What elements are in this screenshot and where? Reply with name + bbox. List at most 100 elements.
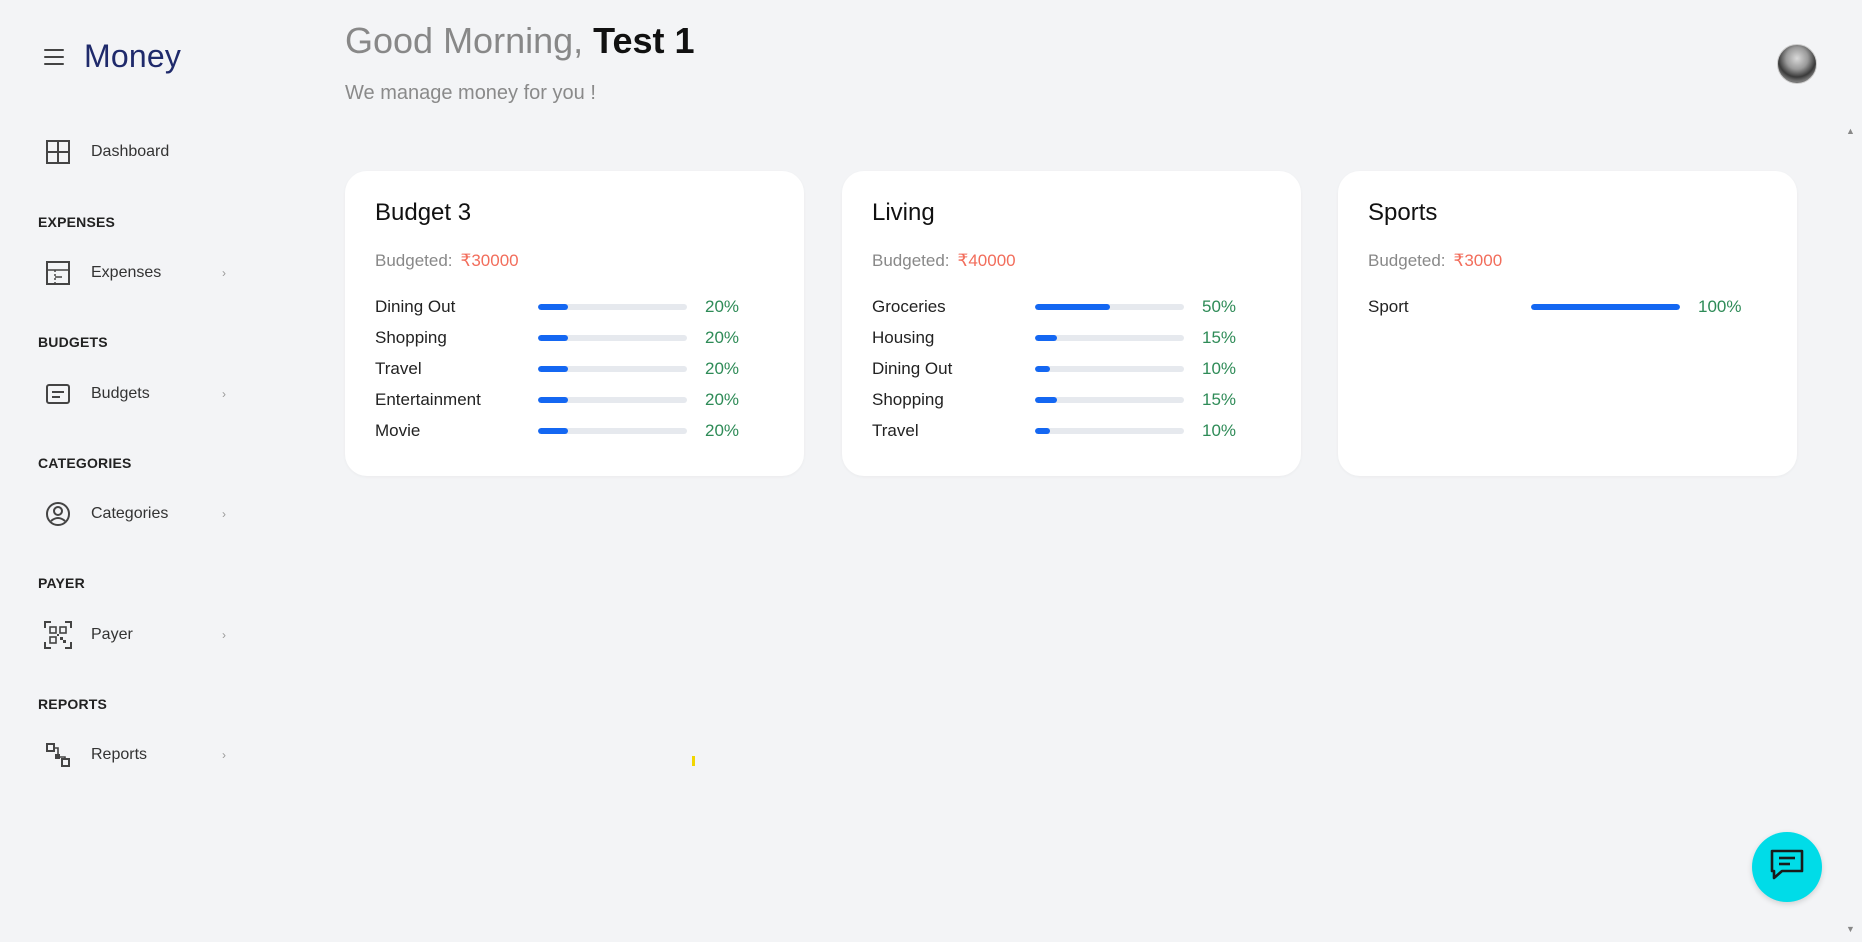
category-percent: 10%: [1202, 420, 1237, 440]
category-list: Groceries 50% Housing 15% Dining Out 10% Shopp…: [872, 291, 1236, 446]
chevron-right-icon: ›: [222, 748, 226, 762]
sidebar-item-label: Categories: [91, 505, 169, 522]
progress-bar-fill: [538, 303, 568, 310]
progress-bar: [538, 365, 687, 372]
progress-bar-fill: [538, 334, 568, 341]
sidebar: Money Dashboard EXPENSES Expenses › BUDG…: [0, 0, 280, 942]
chevron-right-icon: ›: [222, 507, 226, 521]
sidebar-item-label: Budgets: [91, 385, 150, 402]
budgeted-label: Budgeted:: [872, 251, 950, 270]
sidebar-item-label: Payer: [91, 626, 133, 643]
category-row: Sport 100%: [1368, 291, 1741, 322]
scroll-down-arrow-icon[interactable]: ▼: [1846, 924, 1855, 934]
greeting-heading: Good Morning, Test 1: [345, 20, 695, 62]
chat-icon: [1768, 847, 1806, 888]
progress-bar: [1035, 396, 1184, 403]
section-heading-categories: CATEGORIES: [38, 455, 132, 471]
progress-bar: [538, 427, 687, 434]
progress-bar: [1035, 427, 1184, 434]
user-name: Test 1: [593, 20, 695, 61]
sidebar-item-payer[interactable]: Payer ›: [44, 617, 234, 653]
progress-bar: [538, 303, 687, 310]
chevron-right-icon: ›: [222, 628, 226, 642]
category-percent: 20%: [705, 296, 740, 316]
category-list: Sport 100%: [1368, 291, 1741, 322]
progress-bar: [1035, 365, 1184, 372]
budgeted-label: Budgeted:: [1368, 251, 1446, 270]
sidebar-item-label: Reports: [91, 746, 148, 763]
category-percent: 20%: [705, 389, 740, 409]
category-row: Shopping 15%: [872, 384, 1236, 415]
avatar[interactable]: [1777, 44, 1817, 84]
sidebar-item-expenses[interactable]: Expenses ›: [44, 255, 234, 291]
layout-icon: [44, 259, 72, 287]
budgeted-amount: ₹3000: [1453, 251, 1503, 270]
chevron-right-icon: ›: [222, 387, 226, 401]
section-heading-budgets: BUDGETS: [38, 334, 108, 350]
budgeted-line: Budgeted: ₹40000: [872, 251, 1016, 271]
budgeted-label: Budgeted:: [375, 251, 453, 270]
section-heading-expenses: EXPENSES: [38, 214, 116, 230]
loading-indicator: [692, 756, 695, 766]
category-name: Entertainment: [375, 389, 481, 409]
budgeted-line: Budgeted: ₹3000: [1368, 251, 1502, 271]
category-row: Housing 15%: [872, 322, 1236, 353]
category-percent: 20%: [705, 358, 740, 378]
progress-bar-fill: [1531, 303, 1680, 310]
budget-card[interactable]: Living Budgeted: ₹40000 Groceries 50% Housing…: [842, 171, 1301, 476]
scroll-up-arrow-icon[interactable]: ▲: [1846, 126, 1855, 136]
category-row: Shopping 20%: [375, 322, 739, 353]
category-name: Sport: [1368, 296, 1409, 316]
chevron-right-icon: ›: [222, 266, 226, 280]
category-percent: 20%: [705, 420, 740, 440]
progress-bar-fill: [538, 365, 568, 372]
category-row: Movie 20%: [375, 415, 739, 446]
progress-bar-fill: [1035, 396, 1058, 403]
subtitle: We manage money for you !: [345, 82, 596, 104]
sidebar-item-label: Expenses: [91, 264, 162, 281]
chat-button[interactable]: [1752, 832, 1822, 902]
progress-bar-fill: [1035, 427, 1050, 434]
category-percent: 50%: [1202, 296, 1237, 316]
category-percent: 15%: [1202, 389, 1237, 409]
budget-card-title: Budget 3: [375, 199, 472, 226]
progress-bar-fill: [1035, 303, 1110, 310]
sidebar-item-dashboard[interactable]: Dashboard: [44, 134, 234, 170]
category-percent: 20%: [705, 327, 740, 347]
sidebar-item-reports[interactable]: Reports ›: [44, 737, 234, 773]
sidebar-item-budgets[interactable]: Budgets ›: [44, 376, 234, 412]
budgeted-amount: ₹40000: [957, 251, 1016, 270]
greeting-text: Good Morning,: [345, 20, 584, 61]
progress-bar: [538, 396, 687, 403]
progress-bar-fill: [538, 427, 568, 434]
progress-bar: [1035, 303, 1184, 310]
sidebar-item-categories[interactable]: Categories ›: [44, 496, 234, 532]
progress-bar-fill: [1035, 365, 1050, 372]
category-percent: 100%: [1698, 296, 1742, 316]
budget-card[interactable]: Sports Budgeted: ₹3000 Sport 100%: [1338, 171, 1797, 476]
category-row: Travel 10%: [872, 415, 1236, 446]
category-name: Groceries: [872, 296, 946, 316]
sidebar-item-label: Dashboard: [91, 143, 170, 160]
user-circle-icon: [44, 500, 72, 528]
category-row: Dining Out 10%: [872, 353, 1236, 384]
brand: Money: [44, 38, 181, 75]
progress-bar: [1531, 303, 1680, 310]
budget-card[interactable]: Budget 3 Budgeted: ₹30000 Dining Out 20% Shop…: [345, 171, 804, 476]
budgeted-amount: ₹30000: [460, 251, 519, 270]
category-name: Travel: [872, 420, 919, 440]
category-percent: 10%: [1202, 358, 1237, 378]
card-icon: [44, 380, 72, 408]
progress-bar: [538, 334, 687, 341]
category-name: Travel: [375, 358, 422, 378]
hamburger-icon[interactable]: [44, 48, 64, 65]
category-row: Groceries 50%: [872, 291, 1236, 322]
progress-bar: [1035, 334, 1184, 341]
section-heading-reports: REPORTS: [38, 696, 108, 712]
category-list: Dining Out 20% Shopping 20% Travel 20% Enterta…: [375, 291, 739, 446]
category-name: Dining Out: [872, 358, 953, 378]
grid-icon: [44, 138, 72, 166]
category-name: Movie: [375, 420, 421, 440]
progress-bar-fill: [1035, 334, 1058, 341]
budgeted-line: Budgeted: ₹30000: [375, 251, 519, 271]
